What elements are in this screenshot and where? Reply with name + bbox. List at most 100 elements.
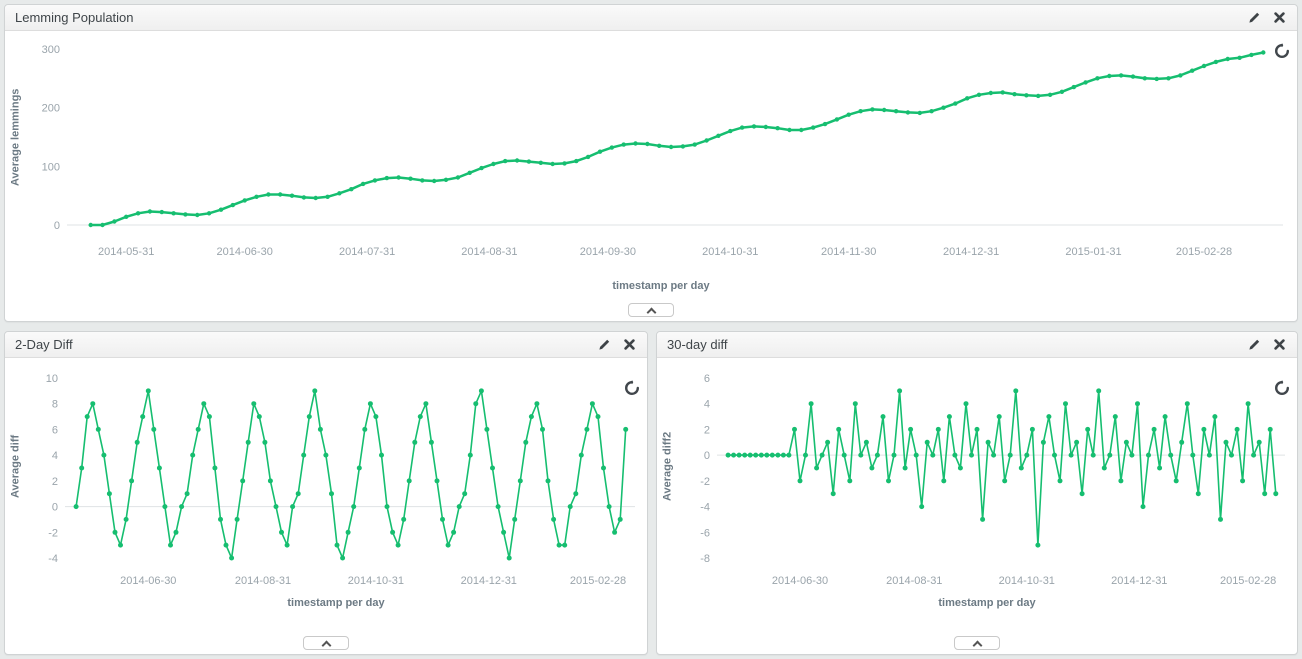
data-point	[124, 517, 129, 522]
data-point	[251, 401, 256, 406]
edit-icon[interactable]	[1248, 11, 1261, 24]
y-tick-label: 200	[42, 103, 60, 115]
data-point	[74, 504, 79, 509]
data-point	[1095, 76, 1099, 80]
data-point	[1214, 60, 1218, 64]
data-point	[527, 159, 531, 163]
data-point	[964, 401, 969, 406]
data-point	[1008, 453, 1013, 458]
data-point	[918, 111, 922, 115]
x-tick-label: 2014-08-31	[461, 246, 517, 258]
data-point	[1185, 401, 1190, 406]
data-point	[484, 427, 489, 432]
data-point	[1035, 543, 1040, 548]
edit-icon[interactable]	[598, 338, 611, 351]
y-tick-label: 10	[46, 373, 58, 385]
x-tick-label: 2014-10-31	[999, 575, 1055, 587]
close-icon[interactable]	[1274, 339, 1285, 350]
data-point	[1024, 93, 1028, 97]
collapse-button[interactable]	[954, 636, 1000, 650]
data-point	[307, 414, 312, 419]
data-point	[579, 453, 584, 458]
data-point	[314, 196, 318, 200]
data-point	[550, 162, 554, 166]
data-point	[799, 128, 803, 132]
data-point	[1174, 478, 1179, 483]
data-point	[462, 491, 467, 496]
chart-area: Average lemmings 01002003002014-05-31201…	[5, 31, 1297, 292]
panel-header: Lemming Population	[5, 5, 1297, 31]
reset-zoom-icon[interactable]	[624, 380, 640, 396]
data-point	[1091, 453, 1096, 458]
data-point	[836, 427, 841, 432]
data-point	[607, 504, 612, 509]
data-point	[337, 191, 341, 195]
data-point	[296, 491, 301, 496]
data-point	[1190, 453, 1195, 458]
x-tick-label: 2014-07-31	[339, 246, 395, 258]
close-icon[interactable]	[1274, 12, 1285, 23]
data-point	[540, 427, 545, 432]
collapse-button[interactable]	[303, 636, 349, 650]
data-point	[85, 414, 90, 419]
close-icon[interactable]	[624, 339, 635, 350]
data-point	[118, 543, 123, 548]
collapse-button[interactable]	[628, 303, 674, 317]
data-point	[726, 453, 731, 458]
panel-title: 30-day diff	[667, 337, 727, 352]
y-axis-title: Average diff2	[660, 364, 675, 569]
data-point	[1048, 93, 1052, 97]
data-point	[240, 478, 245, 483]
chart-area: Average diff2 -8-6-4-202462014-06-302014…	[657, 358, 1297, 609]
data-point	[268, 478, 273, 483]
data-point	[1107, 74, 1111, 78]
y-tick-label: 6	[52, 424, 58, 436]
data-point	[440, 517, 445, 522]
data-point	[958, 466, 963, 471]
thirty-day-diff-chart[interactable]: -8-6-4-202462014-06-302014-08-312014-10-…	[677, 362, 1297, 594]
panel-header-icons	[1248, 11, 1285, 24]
two-day-diff-chart[interactable]: -4-202468102014-06-302014-08-312014-10-3…	[25, 362, 647, 594]
data-point	[742, 453, 747, 458]
data-point	[243, 198, 247, 202]
panel-2-day-diff: 2-Day Diff Average diff -4-202468102014-…	[4, 331, 648, 655]
reset-zoom-icon[interactable]	[1274, 380, 1290, 396]
y-tick-label: -8	[700, 553, 710, 565]
data-point	[787, 128, 791, 132]
data-point	[1129, 453, 1134, 458]
edit-icon[interactable]	[1248, 338, 1261, 351]
y-tick-label: 0	[704, 450, 710, 462]
panel-header-icons	[1248, 338, 1285, 351]
data-point	[1157, 466, 1162, 471]
data-point	[146, 388, 151, 393]
y-tick-label: 4	[52, 450, 58, 462]
data-point	[1113, 414, 1118, 419]
data-point	[135, 440, 140, 445]
data-point	[1202, 64, 1206, 68]
data-point	[1152, 427, 1157, 432]
data-point	[1146, 453, 1151, 458]
data-point	[870, 107, 874, 111]
data-point	[257, 414, 262, 419]
data-point	[693, 142, 697, 146]
data-point	[991, 453, 996, 458]
data-point	[129, 478, 134, 483]
x-tick-label: 2014-10-31	[348, 575, 404, 587]
data-point	[1226, 57, 1230, 61]
data-point	[473, 401, 478, 406]
data-point	[246, 440, 251, 445]
x-tick-label: 2014-06-30	[120, 575, 176, 587]
lemming-population-chart[interactable]: 01002003002014-05-312014-06-302014-07-31…	[25, 35, 1297, 277]
reset-zoom-icon[interactable]	[1274, 43, 1290, 59]
data-point	[312, 388, 317, 393]
data-point	[1080, 491, 1085, 496]
data-point	[79, 466, 84, 471]
data-point	[886, 478, 891, 483]
data-point	[168, 543, 173, 548]
data-point	[323, 453, 328, 458]
data-point	[1249, 53, 1253, 57]
data-point	[1262, 491, 1267, 496]
y-tick-label: -6	[700, 527, 710, 539]
data-point	[969, 453, 974, 458]
x-tick-label: 2014-09-30	[580, 246, 636, 258]
